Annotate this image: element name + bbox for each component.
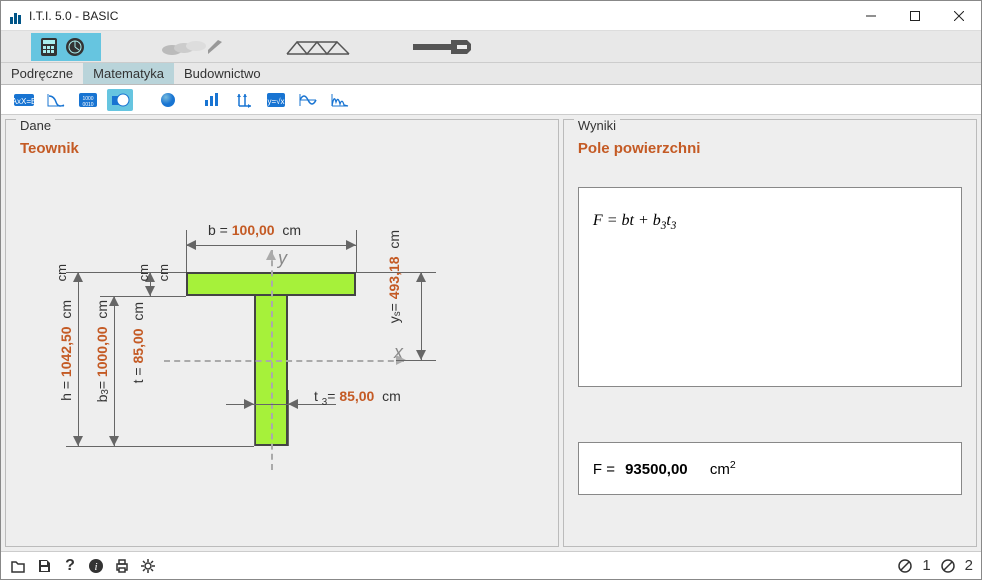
svg-text:0010: 0010 xyxy=(82,102,93,108)
tool-formula-icon[interactable]: y=√x xyxy=(263,89,289,111)
svg-text:AxX=B: AxX=B xyxy=(13,97,35,106)
status-view1-num: 1 xyxy=(922,557,930,574)
status-info-icon[interactable]: i xyxy=(87,557,105,575)
minimize-button[interactable] xyxy=(849,1,893,31)
result-unit: cm2 xyxy=(710,461,736,478)
category-wrench[interactable] xyxy=(409,33,479,61)
tsection-diagram: y x b = 100,00 cm xyxy=(56,190,506,550)
status-save-icon[interactable] xyxy=(35,557,53,575)
close-button[interactable] xyxy=(937,1,981,31)
formula-text: F = bt + b3t3 xyxy=(593,212,676,229)
status-open-icon[interactable] xyxy=(9,557,27,575)
tab-bar: Podręczne Matematyka Budownictwo xyxy=(1,63,981,85)
result-label: F = xyxy=(593,461,621,478)
tab-podreczne[interactable]: Podręczne xyxy=(1,63,83,84)
status-help-icon[interactable]: ? xyxy=(61,557,79,575)
dim-b3: b3= 1000,00 cm xyxy=(94,300,111,402)
status-view2-num: 2 xyxy=(965,557,973,574)
tool-solve-icon[interactable]: AxX=B xyxy=(11,89,37,111)
y-axis-label: y xyxy=(278,248,287,269)
dim-t3: t 3= 85,00 cm xyxy=(314,388,401,408)
svg-text:i: i xyxy=(94,561,97,573)
window-title: I.T.I. 5.0 - BASIC xyxy=(29,9,849,23)
tool-row: AxX=B 10000010 y=√x xyxy=(1,85,981,115)
tool-binary-icon[interactable]: 10000010 xyxy=(75,89,101,111)
status-bar: ? i 1 2 xyxy=(1,551,981,579)
category-truss[interactable] xyxy=(283,33,353,61)
tab-budownictwo[interactable]: Budownictwo xyxy=(174,63,271,84)
dim-h: h = 1042,50 cm xyxy=(58,300,74,401)
tool-sine-icon[interactable] xyxy=(295,89,321,111)
tab-matematyka[interactable]: Matematyka xyxy=(83,63,174,84)
category-materials[interactable] xyxy=(157,33,227,61)
status-view1-icon[interactable] xyxy=(896,557,914,575)
data-panel-legend: Dane xyxy=(16,118,55,133)
status-view2-icon[interactable] xyxy=(939,557,957,575)
data-panel-title: Teownik xyxy=(20,140,544,157)
results-panel: Wyniki Pole powierzchni F = bt + b3t3 F … xyxy=(563,119,977,547)
data-panel: Dane Teownik y x xyxy=(5,119,559,547)
results-panel-legend: Wyniki xyxy=(574,118,620,133)
app-icon xyxy=(7,8,23,24)
dim-b: b = 100,00 cm xyxy=(208,222,301,238)
results-panel-title: Pole powierzchni xyxy=(578,140,962,157)
status-settings-icon[interactable] xyxy=(139,557,157,575)
category-toolbar xyxy=(1,31,981,63)
result-box: F = 93500,00 cm2 xyxy=(578,442,962,495)
tool-decay-icon[interactable] xyxy=(327,89,353,111)
tool-geometry-icon[interactable] xyxy=(107,89,133,111)
category-calculator[interactable] xyxy=(31,33,101,61)
maximize-button[interactable] xyxy=(893,1,937,31)
status-print-icon[interactable] xyxy=(113,557,131,575)
content-area: Dane Teownik y x xyxy=(1,115,981,551)
dim-t: t = 85,00 cm xyxy=(130,302,146,383)
tool-sphere-icon[interactable] xyxy=(155,89,181,111)
formula-box: F = bt + b3t3 xyxy=(578,187,962,387)
result-value: 93500,00 xyxy=(625,461,688,478)
title-bar: I.T.I. 5.0 - BASIC xyxy=(1,1,981,31)
tool-bars-icon[interactable] xyxy=(199,89,225,111)
dim-ys: ys= 493,18 cm xyxy=(386,230,403,323)
tool-curve-icon[interactable] xyxy=(43,89,69,111)
tool-axes-icon[interactable] xyxy=(231,89,257,111)
svg-text:y=√x: y=√x xyxy=(267,97,284,106)
